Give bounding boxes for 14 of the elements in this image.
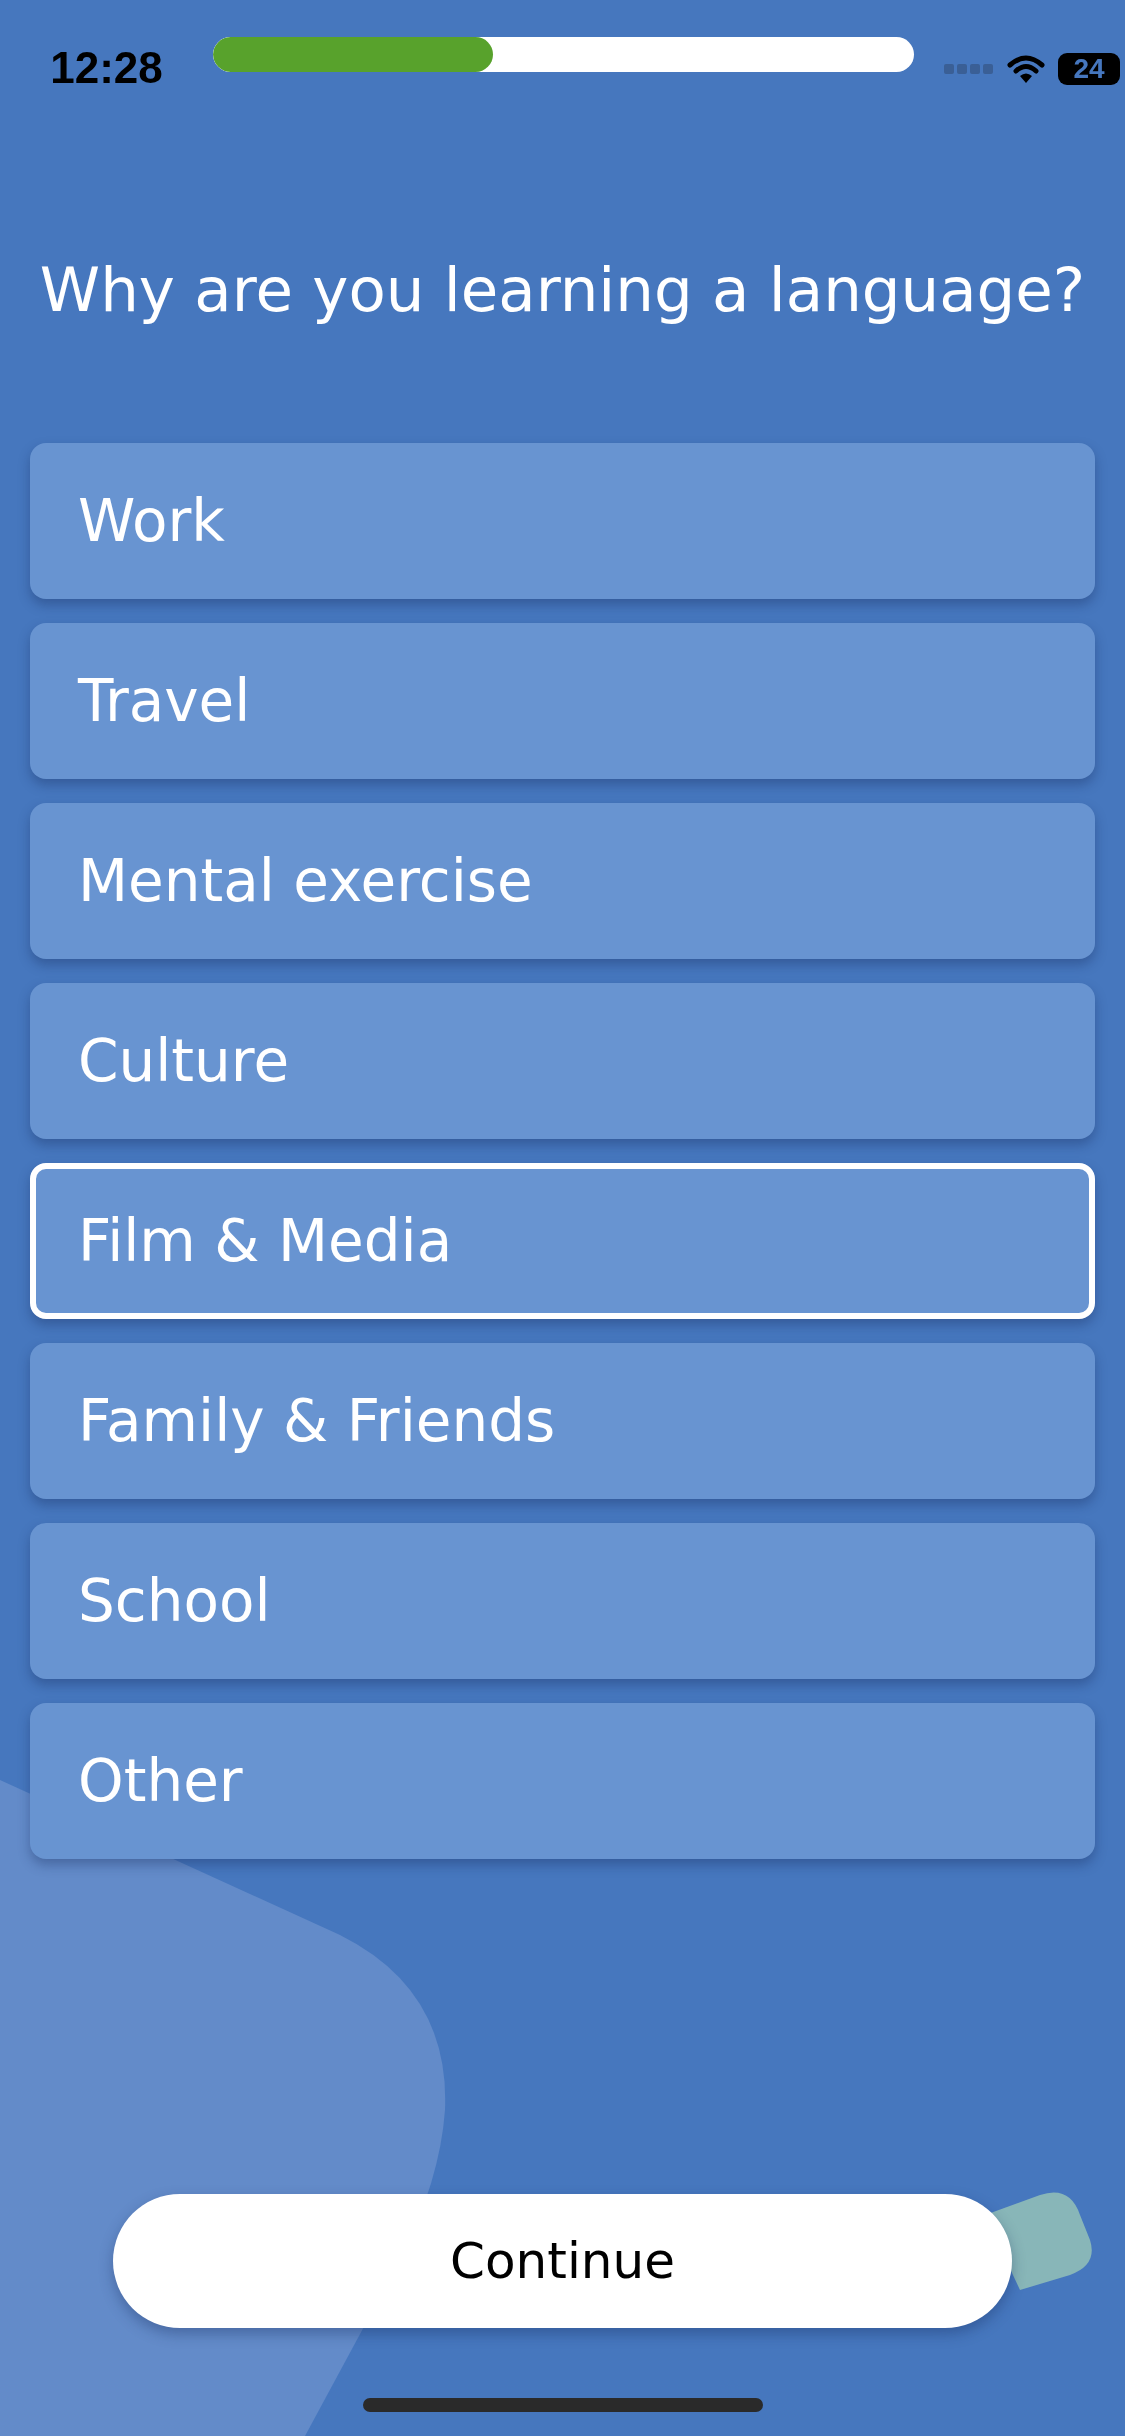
answer-option[interactable]: Film & Media [30,1163,1095,1319]
answer-option[interactable]: Travel [30,623,1095,779]
signal-icon [944,64,994,74]
answer-option[interactable]: Work [30,443,1095,599]
answer-option[interactable]: Mental exercise [30,803,1095,959]
battery-icon: 24 [1058,53,1120,85]
answer-option[interactable]: Family & Friends [30,1343,1095,1499]
continue-button[interactable]: Continue [113,2194,1012,2328]
answer-option[interactable]: School [30,1523,1095,1679]
wifi-icon [1006,54,1046,84]
answer-option[interactable]: Other [30,1703,1095,1859]
question-heading: Why are you learning a language? [38,254,1087,325]
status-time: 12:28 [49,43,164,93]
answer-option[interactable]: Culture [30,983,1095,1139]
